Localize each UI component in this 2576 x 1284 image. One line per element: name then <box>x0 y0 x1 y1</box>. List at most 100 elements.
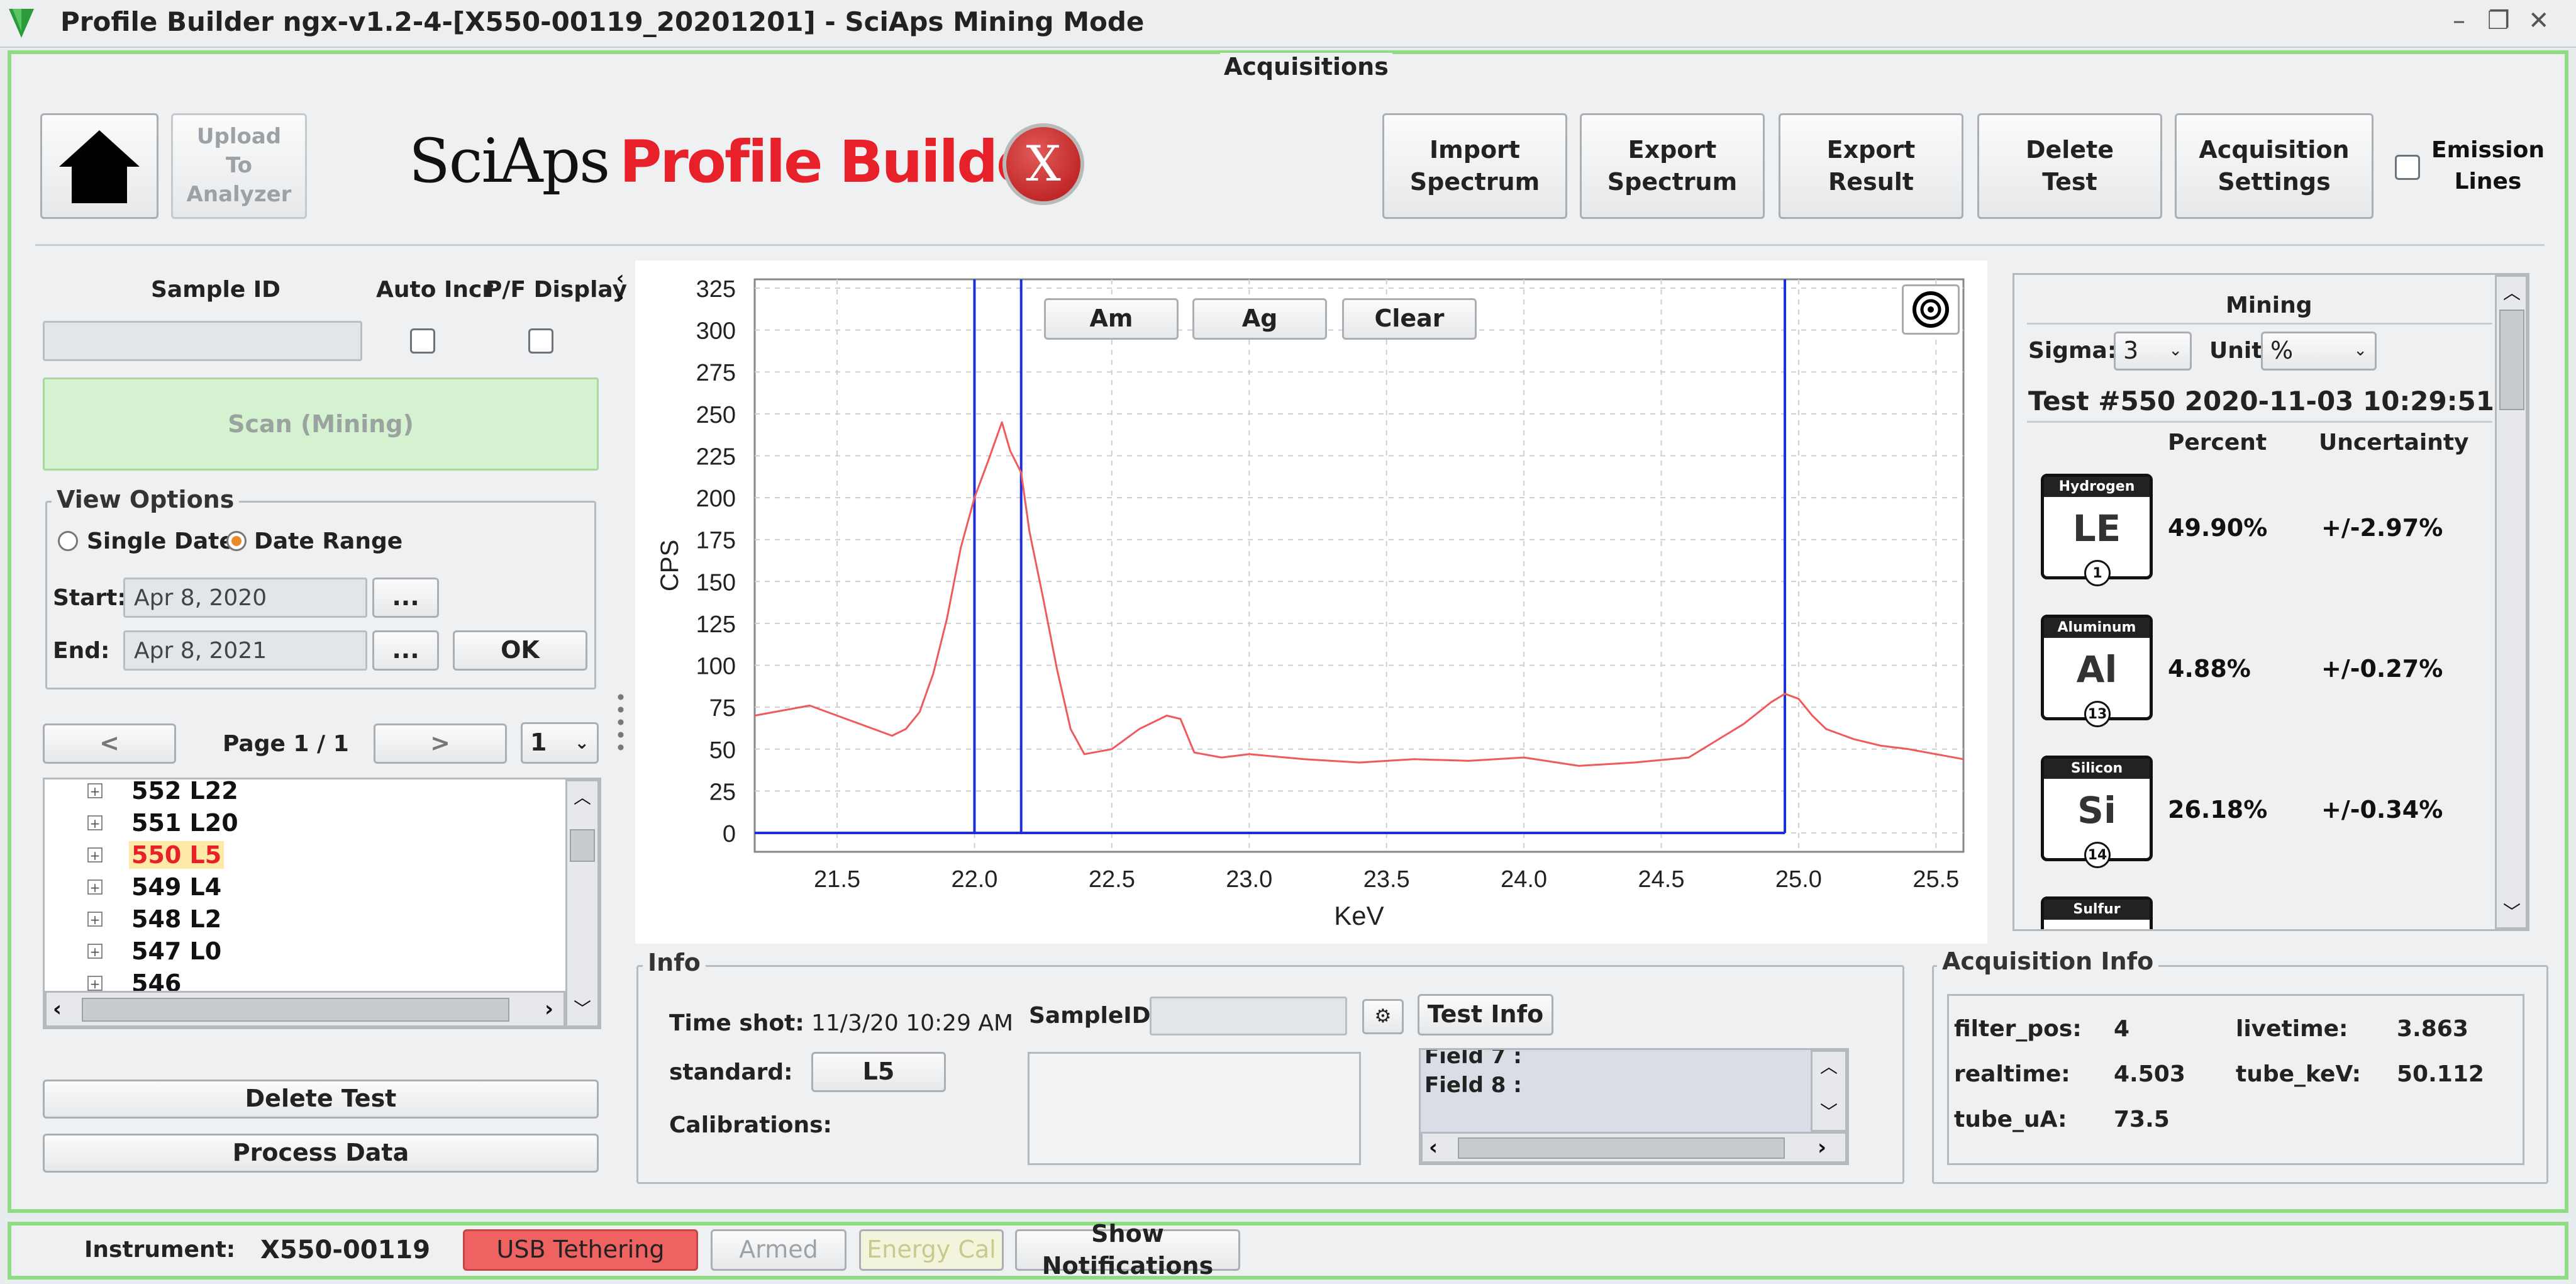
scroll-right-icon[interactable]: › <box>1818 1135 1826 1160</box>
scroll-up-icon[interactable]: ︿ <box>2503 279 2521 304</box>
list-item[interactable]: +549 L4 <box>45 872 565 904</box>
expand-icon[interactable]: + <box>87 976 103 991</box>
export-result-button[interactable]: Export Result <box>1779 113 1963 219</box>
start-date-field[interactable]: Apr 8, 2020 <box>123 578 367 618</box>
armed-status[interactable]: Armed <box>711 1229 847 1271</box>
collapse-arrows-icon[interactable]: ‹ › <box>616 269 624 307</box>
y-tick-label: 275 <box>696 360 736 386</box>
end-date-field[interactable]: Apr 8, 2021 <box>123 630 367 671</box>
page-select[interactable]: 1 ⌄ <box>521 722 599 764</box>
y-tick-label: 250 <box>696 402 736 428</box>
am-button[interactable]: Am <box>1044 298 1179 340</box>
expand-icon[interactable]: + <box>87 944 103 959</box>
list-item[interactable]: +547 L0 <box>45 936 565 968</box>
sigma-select[interactable]: 3 ⌄ <box>2114 332 2192 371</box>
scroll-up-icon[interactable]: ︿ <box>574 784 591 809</box>
fields-hscroll-thumb[interactable] <box>1458 1137 1785 1159</box>
acquisition-settings-button[interactable]: Acquisition Settings <box>2175 113 2373 219</box>
home-button[interactable] <box>40 113 158 219</box>
scroll-up-icon[interactable]: ︿ <box>1820 1053 1838 1078</box>
toolbar-divider <box>35 244 2545 246</box>
scroll-left-icon[interactable]: ‹ <box>53 996 62 1022</box>
spectrum-chart[interactable]: 0 25 50 75 100 125 150 175 200 225 250 275 300 325 21.… <box>635 260 1987 944</box>
date-range-radio[interactable] <box>226 531 247 551</box>
import-spectrum-button[interactable]: Import Spectrum <box>1382 113 1567 219</box>
window-title: Profile Builder ngx-v1.2-4-[X550-00119_2… <box>60 6 1145 37</box>
results-vscroll[interactable]: ︿ ﹀ <box>2495 275 2528 929</box>
fields-vscroll[interactable]: ︿ ﹀ <box>1811 1050 1847 1132</box>
list-item[interactable]: +551 L20 <box>45 808 565 840</box>
unit-select[interactable]: % ⌄ <box>2261 332 2377 371</box>
time-shot-label: Time shot: <box>669 1010 804 1036</box>
sample-id-input[interactable] <box>43 321 362 361</box>
x-tick-label: 22.5 <box>1089 866 1135 893</box>
energy-cal-status[interactable]: Energy Cal <box>859 1229 1004 1271</box>
usb-tethering-status[interactable]: USB Tethering <box>463 1229 698 1271</box>
results-mode-label: Mining <box>2226 293 2312 318</box>
list-item[interactable]: +546 <box>45 968 565 991</box>
scroll-down-icon[interactable]: ﹀ <box>2503 898 2521 924</box>
x-axis-label: KeV <box>1334 901 1384 930</box>
scroll-down-icon[interactable]: ﹀ <box>1820 1098 1838 1124</box>
expand-icon[interactable]: + <box>87 912 103 927</box>
settings-gear-button[interactable]: ⚙ <box>1362 999 1404 1034</box>
hscroll-thumb[interactable] <box>82 998 509 1022</box>
scan-mining-button[interactable]: Scan (Mining) <box>43 377 599 471</box>
expand-icon[interactable]: + <box>87 879 103 895</box>
list-item[interactable]: +550 L5 <box>45 840 565 872</box>
y-tick-label: 0 <box>723 821 736 847</box>
close-button[interactable]: ✕ <box>2528 6 2550 35</box>
test-list-vscroll[interactable]: ︿ ﹀ <box>565 779 599 1027</box>
start-date-picker-button[interactable]: ... <box>372 578 439 618</box>
element-percent: 49.90% <box>2168 514 2268 542</box>
expand-icon[interactable]: + <box>87 847 103 863</box>
target-button[interactable] <box>1902 284 1960 335</box>
upload-to-analyzer-button[interactable]: Upload To Analyzer <box>171 113 307 219</box>
scroll-thumb[interactable] <box>570 829 595 862</box>
splitter-handle[interactable] <box>616 691 625 754</box>
delete-test-toolbar-button[interactable]: Delete Test <box>1977 113 2162 219</box>
process-data-button[interactable]: Process Data <box>43 1134 599 1173</box>
single-date-radio[interactable] <box>58 531 78 551</box>
test-list-hscroll[interactable]: ‹ › <box>45 991 565 1027</box>
fields-hscroll[interactable]: ‹ › <box>1421 1132 1847 1163</box>
gear-icon: ⚙ <box>1374 1005 1392 1027</box>
list-item[interactable]: +548 L2 <box>45 904 565 936</box>
results-divider <box>2027 323 2492 325</box>
scroll-right-icon[interactable]: › <box>545 996 553 1022</box>
test-info-button[interactable]: Test Info <box>1418 994 1553 1036</box>
minimize-button[interactable]: – <box>2453 6 2465 35</box>
export-spectrum-button[interactable]: Export Spectrum <box>1580 113 1765 219</box>
x-tick-label: 25.5 <box>1913 866 1959 893</box>
ag-button[interactable]: Ag <box>1192 298 1327 340</box>
y-tick-label: 75 <box>709 695 736 722</box>
delete-test-button[interactable]: Delete Test <box>43 1080 599 1119</box>
info-sampleid-input[interactable] <box>1150 996 1347 1036</box>
restore-button[interactable]: ❐ <box>2487 6 2510 35</box>
end-date-picker-button[interactable]: ... <box>372 630 439 671</box>
results-scroll-thumb[interactable] <box>2499 310 2524 410</box>
scroll-left-icon[interactable]: ‹ <box>1429 1135 1438 1160</box>
y-axis-label: CPS <box>656 540 684 591</box>
emission-lines-checkbox[interactable] <box>2395 155 2420 180</box>
prev-page-button[interactable]: < <box>43 723 176 764</box>
clear-button[interactable]: Clear <box>1342 298 1477 340</box>
list-item[interactable]: +552 L22 <box>45 779 565 808</box>
pf-display-checkbox[interactable] <box>528 328 553 354</box>
realtime-value: 4.503 <box>2114 1061 2185 1087</box>
expand-icon[interactable]: + <box>87 783 103 798</box>
scroll-down-icon[interactable]: ﹀ <box>574 995 591 1020</box>
field8-label: Field 8 : <box>1424 1073 1522 1098</box>
auto-incr-checkbox[interactable] <box>410 328 435 354</box>
expand-icon[interactable]: + <box>87 815 103 830</box>
next-page-button[interactable]: > <box>374 723 507 764</box>
y-tick-label: 225 <box>696 444 736 470</box>
show-notifications-button[interactable]: Show Notifications <box>1015 1220 1240 1280</box>
x-logo-icon: X <box>1002 123 1084 205</box>
x-tick-label: 23.0 <box>1226 866 1272 893</box>
calibrations-textarea[interactable] <box>1028 1052 1361 1165</box>
spectrum-chart-svg: 0 25 50 75 100 125 150 175 200 225 250 275 300 325 21.… <box>656 276 1965 930</box>
ok-button[interactable]: OK <box>453 630 587 671</box>
standard-label: standard: <box>669 1059 793 1085</box>
standard-value-button[interactable]: L5 <box>811 1052 946 1092</box>
